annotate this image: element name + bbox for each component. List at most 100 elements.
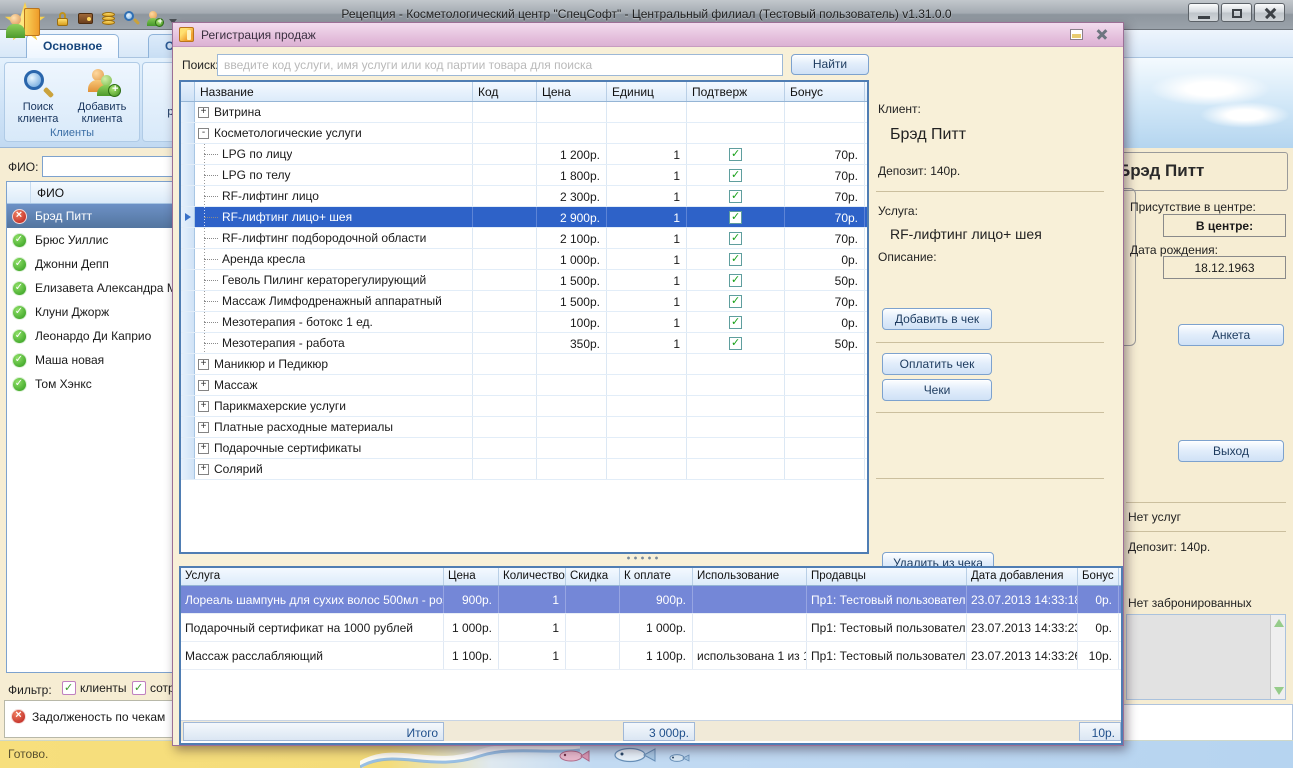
- expander-icon[interactable]: +: [198, 380, 209, 391]
- receipt-cell-usage: [693, 614, 807, 641]
- tree-row[interactable]: +Солярий: [181, 459, 867, 480]
- column-header[interactable]: Дата добавления: [967, 568, 1078, 585]
- column-header[interactable]: Бонус: [1078, 568, 1119, 585]
- find-button[interactable]: Найти: [791, 54, 869, 75]
- coins-icon[interactable]: [100, 10, 117, 27]
- expander-icon[interactable]: +: [198, 443, 209, 454]
- checkbox-checked-icon[interactable]: [729, 190, 742, 203]
- cell-units: 1: [607, 291, 687, 311]
- cell-price: 2 300р.: [537, 186, 607, 206]
- column-header[interactable]: К оплате: [620, 568, 693, 585]
- wallet-icon[interactable]: [77, 10, 94, 27]
- checks-button[interactable]: Чеки: [882, 379, 992, 401]
- divider: [876, 342, 1104, 343]
- dialog-titlebar[interactable]: Регистрация продаж: [173, 23, 1123, 47]
- filter-clients-checkbox[interactable]: клиенты: [62, 681, 127, 695]
- checkbox-checked-icon[interactable]: [729, 169, 742, 182]
- splitter-handle[interactable]: [625, 556, 659, 560]
- add-client-button[interactable]: Добавить клиента: [71, 67, 133, 127]
- tree-name-cell: Мезотерапия - ботокс 1 ед.: [195, 312, 473, 332]
- add-client-icon: [87, 69, 119, 99]
- tree-row[interactable]: RF-лифтинг лицо2 300р.170р.: [181, 186, 867, 207]
- search-icon[interactable]: [123, 10, 140, 27]
- column-header[interactable]: Продавцы: [807, 568, 967, 585]
- tree-row[interactable]: LPG по телу1 800р.170р.: [181, 165, 867, 186]
- column-header[interactable]: Код: [473, 82, 537, 101]
- column-header[interactable]: Скидка: [566, 568, 620, 585]
- column-header[interactable]: Услуга: [181, 568, 444, 585]
- minimize-button[interactable]: [1188, 3, 1219, 22]
- expander-icon[interactable]: +: [198, 107, 209, 118]
- checkbox-checked-icon[interactable]: [729, 295, 742, 308]
- cell-units: [607, 354, 687, 374]
- scroll-up-icon[interactable]: [1274, 619, 1284, 627]
- tree-row[interactable]: +Платные расходные материалы: [181, 417, 867, 438]
- tree-row[interactable]: RF-лифтинг подбородочной области2 100р.1…: [181, 228, 867, 249]
- dialog-title: Регистрация продаж: [201, 28, 316, 42]
- column-header[interactable]: Использование: [693, 568, 807, 585]
- tree-row[interactable]: -Косметологические услуги: [181, 123, 867, 144]
- app-logo-icon[interactable]: [2, 0, 50, 46]
- tree-row[interactable]: +Массаж: [181, 375, 867, 396]
- receipt-cell-bonus: 0р.: [1078, 586, 1119, 613]
- anketa-button[interactable]: Анкета: [1178, 324, 1284, 346]
- pay-check-button[interactable]: Оплатить чек: [882, 353, 992, 375]
- add-user-icon[interactable]: [146, 10, 163, 27]
- row-gutter: [181, 228, 195, 248]
- tree-row[interactable]: Массаж Лимфодренажный аппаратный1 500р.1…: [181, 291, 867, 312]
- checkbox-checked-icon[interactable]: [729, 337, 742, 350]
- column-header[interactable]: Бонус: [785, 82, 865, 101]
- checkbox-checked-icon[interactable]: [729, 274, 742, 287]
- filter-staff-checkbox[interactable]: сотр: [132, 681, 175, 695]
- expander-icon[interactable]: +: [198, 422, 209, 433]
- checkbox-checked-icon[interactable]: [729, 232, 742, 245]
- divider: [876, 412, 1104, 413]
- lock-icon[interactable]: [54, 10, 71, 27]
- tree-row[interactable]: +Маникюр и Педикюр: [181, 354, 867, 375]
- checkbox-checked-icon[interactable]: [729, 316, 742, 329]
- client-name-label: Том Хэнкс: [31, 377, 92, 391]
- tree-name-cell: +Подарочные сертификаты: [195, 438, 473, 458]
- checkbox-checked-icon[interactable]: [729, 253, 742, 266]
- receipt-row[interactable]: Подарочный сертификат на 1000 рублей1 00…: [181, 614, 1121, 642]
- tree-connector: [204, 217, 218, 218]
- column-header[interactable]: Цена: [537, 82, 607, 101]
- tree-row[interactable]: Мезотерапия - работа350р.150р.: [181, 333, 867, 354]
- expander-icon[interactable]: +: [198, 401, 209, 412]
- column-header[interactable]: Количество: [499, 568, 566, 585]
- tree-row[interactable]: Аренда кресла1 000р.10р.: [181, 249, 867, 270]
- expander-icon[interactable]: +: [198, 464, 209, 475]
- column-header[interactable]: Подтверж: [687, 82, 785, 101]
- column-header[interactable]: Цена: [444, 568, 499, 585]
- tree-row[interactable]: +Витрина: [181, 102, 867, 123]
- tree-row[interactable]: LPG по лицу1 200р.170р.: [181, 144, 867, 165]
- add-to-check-button[interactable]: Добавить в чек: [882, 308, 992, 330]
- expander-icon[interactable]: +: [198, 359, 209, 370]
- cell-bonus: 0р.: [785, 312, 865, 332]
- receipt-row[interactable]: Массаж расслабляющий1 100р.11 100р.испол…: [181, 642, 1121, 670]
- maximize-button[interactable]: [1221, 3, 1252, 22]
- dialog-close-icon[interactable]: [1095, 28, 1109, 41]
- tree-row[interactable]: Геволь Пилинг кераторегулирующий1 500р.1…: [181, 270, 867, 291]
- scrollbar[interactable]: [1270, 615, 1285, 699]
- receipt-cell-service: Массаж расслабляющий: [181, 642, 444, 669]
- tree-row[interactable]: +Парикмахерские услуги: [181, 396, 867, 417]
- close-button[interactable]: [1254, 3, 1285, 22]
- checkbox-checked-icon[interactable]: [729, 148, 742, 161]
- row-gutter: [181, 270, 195, 290]
- expander-icon[interactable]: -: [198, 128, 209, 139]
- receipt-row[interactable]: Лореаль шампунь для сухих волос 500мл - …: [181, 586, 1121, 614]
- search-client-button[interactable]: Поиск клиента: [7, 67, 69, 127]
- scroll-down-icon[interactable]: [1274, 687, 1284, 695]
- checkbox-checked-icon[interactable]: [729, 211, 742, 224]
- exit-button[interactable]: Выход: [1178, 440, 1284, 462]
- column-header[interactable]: Название: [195, 82, 473, 101]
- service-search-input[interactable]: [217, 54, 783, 76]
- dialog-minimize-icon[interactable]: [1070, 29, 1083, 40]
- tree-row[interactable]: RF-лифтинг лицо+ шея2 900р.170р.: [181, 207, 867, 228]
- column-header[interactable]: Единиц: [607, 82, 687, 101]
- debt-item[interactable]: Задолженость по чекам: [11, 709, 165, 724]
- cell-bonus: 50р.: [785, 333, 865, 353]
- tree-row[interactable]: Мезотерапия - ботокс 1 ед.100р.10р.: [181, 312, 867, 333]
- tree-row[interactable]: +Подарочные сертификаты: [181, 438, 867, 459]
